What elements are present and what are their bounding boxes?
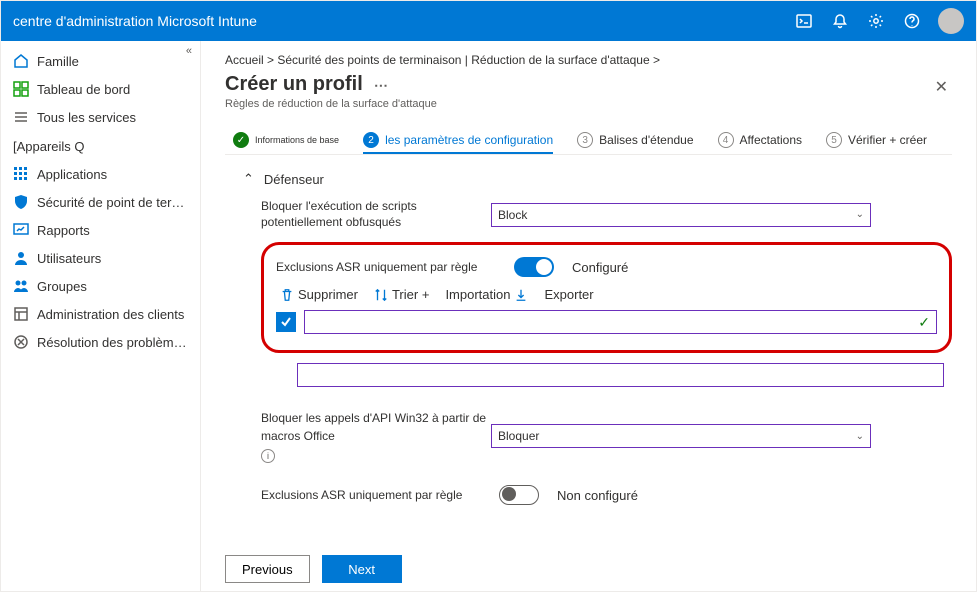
app-title: centre d'administration Microsoft Intune bbox=[13, 13, 257, 29]
sidebar-item-tenant-admin[interactable]: Administration des clients bbox=[1, 300, 200, 328]
valid-check-icon: ✓ bbox=[918, 314, 930, 331]
sidebar-item-label: Tous les services bbox=[37, 110, 136, 125]
toggle-state-label: Non configuré bbox=[557, 488, 638, 503]
sidebar-item-label: Tableau de bord bbox=[37, 82, 130, 97]
setting-block-win32-label: Bloquer les appels d'API Win32 à partir … bbox=[261, 411, 486, 443]
step-number-icon: 3 bbox=[577, 132, 593, 148]
step-label: les paramètres de configuration bbox=[385, 133, 553, 147]
step-number-icon: 2 bbox=[363, 132, 379, 148]
step-label: Balises d'étendue bbox=[599, 133, 693, 147]
sidebar-item-dashboard[interactable]: Tableau de bord bbox=[1, 75, 200, 103]
list-icon bbox=[13, 109, 29, 125]
users-icon bbox=[13, 250, 29, 266]
check-icon: ✓ bbox=[233, 132, 249, 148]
cloud-shell-icon[interactable] bbox=[786, 1, 822, 41]
sidebar-item-label: Applications bbox=[37, 167, 107, 182]
step-label: Affectations bbox=[740, 133, 802, 147]
exclusion-path-input[interactable]: ✓ bbox=[304, 310, 937, 334]
section-defender-header[interactable]: ⌃ Défenseur bbox=[243, 171, 952, 187]
sidebar-section-label: [Appareils Q bbox=[13, 139, 85, 154]
info-icon[interactable]: i bbox=[261, 449, 275, 463]
sidebar: « Famille Tableau de bord Tous les servi… bbox=[1, 41, 201, 591]
section-title: Défenseur bbox=[264, 172, 324, 187]
home-icon bbox=[13, 53, 29, 69]
step-label: Informations de base bbox=[255, 136, 339, 145]
admin-icon bbox=[13, 306, 29, 322]
sidebar-section-devices: [Appareils Q bbox=[1, 131, 200, 160]
chevron-down-icon: ⌄ bbox=[856, 431, 864, 442]
export-label: Exporter bbox=[544, 287, 593, 302]
sidebar-item-home[interactable]: Famille bbox=[1, 47, 200, 75]
select-value: Bloquer bbox=[498, 429, 539, 443]
setting-block-obfuscated-label: Bloquer l'exécution de scripts potentiel… bbox=[261, 199, 491, 230]
page-title: Créer un profil ⋯ bbox=[225, 73, 437, 96]
help-icon[interactable] bbox=[894, 1, 930, 41]
groups-icon bbox=[13, 278, 29, 294]
reports-icon bbox=[13, 222, 29, 238]
sidebar-item-label: Groupes bbox=[37, 279, 87, 294]
asr-per-rule-label: Exclusions ASR uniquement par règle bbox=[276, 260, 496, 274]
shield-icon bbox=[13, 194, 29, 210]
sidebar-item-label: Administration des clients bbox=[37, 307, 184, 322]
sidebar-item-reports[interactable]: Rapports bbox=[1, 216, 200, 244]
select-block-win32[interactable]: Bloquer ⌄ bbox=[491, 424, 871, 448]
export-button[interactable]: Exporter bbox=[544, 287, 593, 302]
sidebar-item-label: Rapports bbox=[37, 223, 90, 238]
exclusion-row-checkbox[interactable] bbox=[276, 312, 296, 332]
close-icon[interactable]: ✕ bbox=[931, 73, 952, 101]
topbar: centre d'administration Microsoft Intune bbox=[1, 1, 976, 41]
page-title-text: Créer un profil bbox=[225, 73, 363, 95]
sidebar-item-troubleshoot[interactable]: Résolution des problèmes + support bbox=[1, 328, 200, 356]
toggle-asr-not-configured[interactable] bbox=[499, 485, 539, 505]
user-avatar[interactable] bbox=[938, 8, 964, 34]
sidebar-item-endpoint-security[interactable]: Sécurité de point de terminaison bbox=[1, 188, 200, 216]
exclusion-toolbar: Supprimer Trier + Importation bbox=[276, 287, 937, 302]
step-config-settings[interactable]: 2 les paramètres de configuration bbox=[363, 132, 553, 154]
delete-label: Supprimer bbox=[298, 287, 358, 302]
sidebar-item-label: Résolution des problèmes + support bbox=[37, 335, 188, 350]
sidebar-item-label: Utilisateurs bbox=[37, 251, 101, 266]
steps-nav: ✓ Informations de base 2 les paramètres … bbox=[225, 132, 952, 155]
sort-button[interactable]: Trier + bbox=[374, 287, 429, 302]
sidebar-item-label: Famille bbox=[37, 54, 79, 69]
step-label: Vérifier + créer bbox=[848, 133, 927, 147]
import-button[interactable]: Importation bbox=[445, 287, 528, 302]
asr-exclusions-highlight: Exclusions ASR uniquement par règle Conf… bbox=[261, 242, 952, 353]
step-number-icon: 5 bbox=[826, 132, 842, 148]
step-assignments[interactable]: 4 Affectations bbox=[718, 132, 802, 148]
support-icon bbox=[13, 334, 29, 350]
sidebar-item-users[interactable]: Utilisateurs bbox=[1, 244, 200, 272]
settings-icon[interactable] bbox=[858, 1, 894, 41]
notifications-icon[interactable] bbox=[822, 1, 858, 41]
step-basics[interactable]: ✓ Informations de base bbox=[233, 132, 339, 148]
step-number-icon: 4 bbox=[718, 132, 734, 148]
collapse-sidebar-icon[interactable]: « bbox=[186, 45, 192, 57]
select-block-obfuscated[interactable]: Block ⌄ bbox=[491, 203, 871, 227]
page-subtitle: Règles de réduction de la surface d'atta… bbox=[225, 98, 437, 110]
select-value: Block bbox=[498, 208, 527, 222]
previous-button[interactable]: Previous bbox=[225, 555, 310, 583]
additional-exclusion-input[interactable] bbox=[297, 363, 944, 387]
asr-per-rule-label-2: Exclusions ASR uniquement par règle bbox=[261, 488, 481, 502]
sidebar-item-groups[interactable]: Groupes bbox=[1, 272, 200, 300]
dashboard-icon bbox=[13, 81, 29, 97]
import-label: Importation bbox=[445, 287, 510, 302]
step-review-create[interactable]: 5 Vérifier + créer bbox=[826, 132, 927, 148]
sidebar-item-all-services[interactable]: Tous les services bbox=[1, 103, 200, 131]
chevron-up-icon: ⌃ bbox=[243, 171, 254, 187]
delete-button[interactable]: Supprimer bbox=[280, 287, 358, 302]
toggle-state-label: Configuré bbox=[572, 260, 628, 275]
toggle-asr-configured[interactable] bbox=[514, 257, 554, 277]
chevron-down-icon: ⌄ bbox=[856, 209, 864, 220]
sidebar-item-label: Sécurité de point de terminaison bbox=[37, 195, 188, 210]
wizard-footer: Previous Next bbox=[225, 547, 952, 583]
apps-icon bbox=[13, 166, 29, 182]
breadcrumb[interactable]: Accueil > Sécurité des points de termina… bbox=[225, 53, 952, 67]
next-button[interactable]: Next bbox=[322, 555, 402, 583]
sidebar-item-applications[interactable]: Applications bbox=[1, 160, 200, 188]
step-scope-tags[interactable]: 3 Balises d'étendue bbox=[577, 132, 693, 148]
sort-label: Trier + bbox=[392, 287, 429, 302]
